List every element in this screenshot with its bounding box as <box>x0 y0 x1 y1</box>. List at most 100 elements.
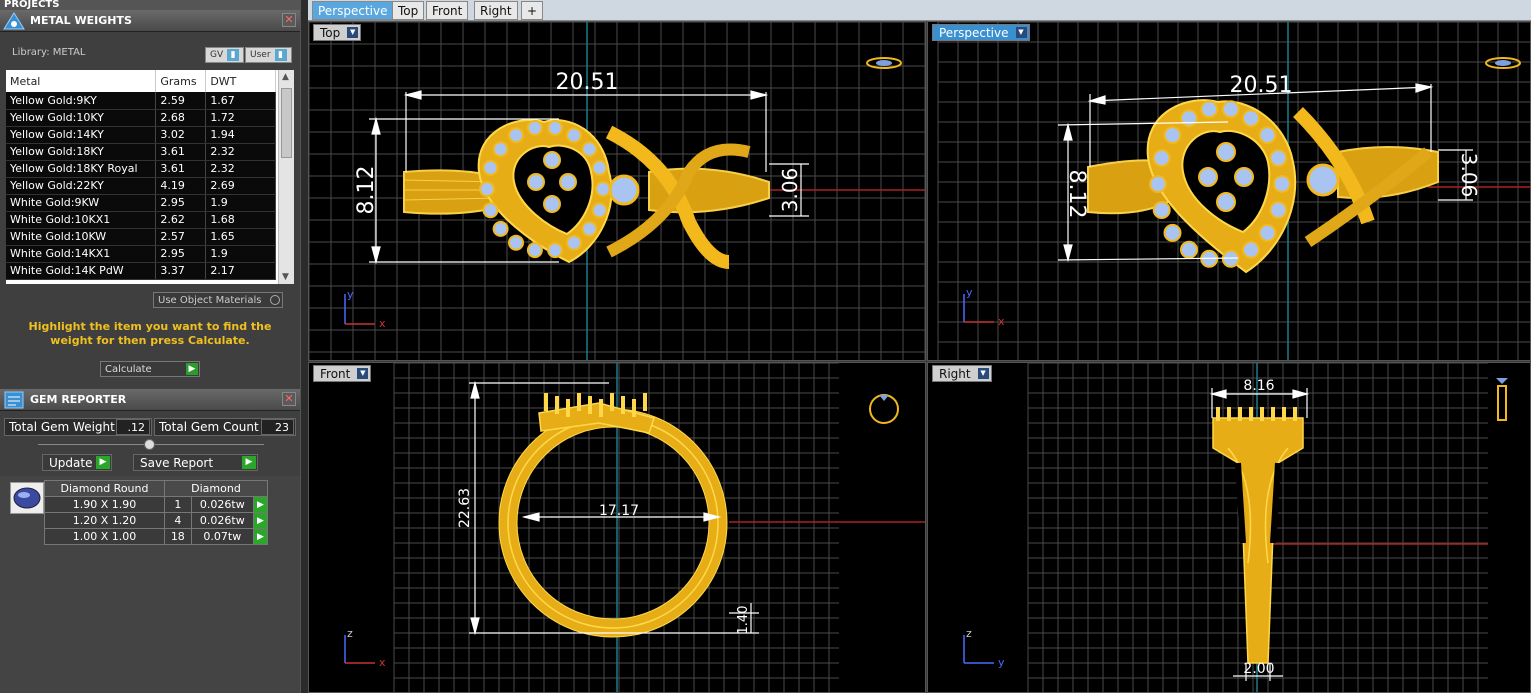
use-object-materials-checkbox[interactable]: Use Object Materials <box>153 292 283 308</box>
dropdown-icon: ▼ <box>1015 27 1027 38</box>
gem-weight-cell: 0.07tw <box>190 528 255 545</box>
save-report-label: Save Report <box>140 456 214 470</box>
metal-name-cell: Yellow Gold:18KY <box>6 143 157 161</box>
grams-cell: 3.02 <box>155 126 207 144</box>
gem-size-cell: 1.20 X 1.20 <box>44 512 165 529</box>
metal-table-row[interactable]: White Gold:10KW 2.57 1.65 <box>6 228 276 246</box>
viewport-front[interactable]: 22.63 17.17 1.40 z x Front ▼ <box>308 362 926 693</box>
calculate-button[interactable]: Calculate ▶ <box>100 361 200 377</box>
close-metal-weights-icon[interactable]: ✕ <box>282 13 296 27</box>
tab-front[interactable]: Front <box>426 1 469 20</box>
top-dim-small: 3.06 <box>778 168 802 213</box>
gem-table-row[interactable]: 1.20 X 1.20 4 0.026tw ▶ <box>44 512 268 529</box>
front-dim-inner: 17.17 <box>599 503 639 519</box>
dwt-cell: 1.94 <box>205 126 276 144</box>
user-label: User <box>250 50 271 60</box>
gem-table-header: Diamond Round Diamond <box>44 480 268 497</box>
gem-table-row[interactable]: 1.90 X 1.90 1 0.026tw ▶ <box>44 496 268 513</box>
metal-table-scrollbar[interactable]: ▲ ▼ <box>278 70 294 284</box>
view-cube-ring-icon[interactable] <box>1496 378 1508 421</box>
metal-table-row[interactable]: Yellow Gold:22KY 4.19 2.69 <box>6 177 276 195</box>
metal-table-row[interactable]: Yellow Gold:14KY 3.02 1.94 <box>6 126 276 144</box>
viewport-front-label[interactable]: Front ▼ <box>313 365 372 382</box>
gem-reporter-logo-icon <box>4 391 24 409</box>
front-view-canvas[interactable]: 22.63 17.17 1.40 z x <box>309 363 926 693</box>
gv-toggle[interactable]: GV ▮ <box>205 47 245 63</box>
dwt-cell: 2.17 <box>205 262 276 280</box>
ring-perspective-model <box>1087 99 1439 274</box>
metal-name-cell: White Gold:14K PdW <box>6 262 157 280</box>
metal-table-row[interactable]: Yellow Gold:9KY 2.59 1.67 <box>6 92 276 110</box>
axis-gizmo: y x <box>344 288 386 330</box>
diamond-round-icon <box>10 482 44 514</box>
top-view-canvas[interactable]: 20.51 8.12 3.06 y x <box>309 22 926 361</box>
calculate-label: Calculate <box>105 364 152 375</box>
metal-table-row[interactable]: White Gold:9KW 2.95 1.9 <box>6 194 276 212</box>
metal-table-row[interactable]: White Gold:10KX1 2.62 1.68 <box>6 211 276 229</box>
grams-cell: 2.68 <box>155 109 207 127</box>
metal-name-cell: Yellow Gold:22KY <box>6 177 157 195</box>
projects-header[interactable]: PROJECTS <box>0 0 300 10</box>
viewport-top-label[interactable]: Top ▼ <box>313 24 362 41</box>
grams-cell: 2.57 <box>155 228 207 246</box>
viewport-right-label[interactable]: Right ▼ <box>932 365 992 382</box>
view-cube-ring-icon[interactable] <box>1485 57 1521 69</box>
scroll-down-icon[interactable]: ▼ <box>282 272 289 282</box>
axis-z-label: z <box>966 627 972 640</box>
col-dwt[interactable]: DWT <box>205 70 276 92</box>
dwt-cell: 1.65 <box>205 228 276 246</box>
dwt-cell: 2.69 <box>205 177 276 195</box>
panel-divider[interactable] <box>300 0 308 693</box>
viewport-right[interactable]: 8.16 2.00 z y Right ▼ <box>927 362 1531 693</box>
save-report-play-icon: ▶ <box>242 456 256 469</box>
gem-type-header: Diamond <box>164 480 268 497</box>
dropdown-icon: ▼ <box>357 368 369 379</box>
metal-name-cell: Yellow Gold:18KY Royal <box>6 160 157 178</box>
tab-right[interactable]: Right <box>474 1 518 20</box>
scroll-thumb[interactable] <box>281 88 292 158</box>
user-toggle[interactable]: User ▮ <box>245 47 292 63</box>
right-view-canvas[interactable]: 8.16 2.00 z y <box>928 363 1531 693</box>
gem-table-row[interactable]: 1.00 X 1.00 18 0.07tw ▶ <box>44 528 268 545</box>
metal-table-row[interactable]: Yellow Gold:10KY 2.68 1.72 <box>6 109 276 127</box>
viewport-top[interactable]: 20.51 8.12 3.06 y x Top ▼ <box>308 21 926 361</box>
close-gem-reporter-icon[interactable]: ✕ <box>282 392 296 406</box>
metal-weights-header: METAL WEIGHTS ✕ <box>0 10 300 32</box>
gem-reporter-header: GEM REPORTER ✕ <box>0 389 300 411</box>
metal-table-header: Metal Grams DWT <box>6 70 276 92</box>
perspective-view-canvas[interactable]: 20.51 8.12 3.06 y x <box>928 22 1531 361</box>
metal-name-cell: White Gold:14KX1 <box>6 245 157 263</box>
total-gem-weight-value: .12 <box>116 419 150 435</box>
axis-gizmo: y x <box>963 286 1005 328</box>
metal-name-cell: Yellow Gold:14KY <box>6 126 157 144</box>
metal-table-row[interactable]: White Gold:14K PdW 3.37 2.17 <box>6 262 276 280</box>
gem-row-go-icon[interactable]: ▶ <box>253 496 268 513</box>
metal-weights-table[interactable]: Metal Grams DWT Yellow Gold:9KY 2.59 1.67 Y… <box>6 70 294 284</box>
gem-count-cell: 18 <box>164 528 192 545</box>
slider-handle[interactable] <box>144 439 155 450</box>
col-metal[interactable]: Metal <box>6 70 157 92</box>
metal-table-row[interactable]: White Gold:14KX1 2.95 1.9 <box>6 245 276 263</box>
tab-perspective[interactable]: Perspective <box>312 1 394 20</box>
viewport-perspective-label[interactable]: Perspective ▼ <box>932 24 1030 41</box>
scroll-up-icon[interactable]: ▲ <box>282 72 289 82</box>
update-button[interactable]: Update ▶ <box>42 454 112 471</box>
library-label: Library: METAL <box>12 47 86 58</box>
dwt-cell: 2.32 <box>205 143 276 161</box>
viewport-perspective[interactable]: 20.51 8.12 3.06 y x Perspective ▼ <box>927 21 1531 361</box>
metal-table-row[interactable]: Yellow Gold:18KY 3.61 2.32 <box>6 143 276 161</box>
gem-row-go-icon[interactable]: ▶ <box>253 528 268 545</box>
save-report-button[interactable]: Save Report ▶ <box>133 454 258 471</box>
gem-count-cell: 4 <box>164 512 192 529</box>
view-cube-ring-icon[interactable] <box>869 394 899 424</box>
right-label-text: Right <box>939 367 971 381</box>
col-grams[interactable]: Grams <box>155 70 207 92</box>
left-panel: PROJECTS METAL WEIGHTS ✕ Library: METAL … <box>0 0 300 693</box>
gem-row-go-icon[interactable]: ▶ <box>253 512 268 529</box>
add-tab-button[interactable]: + <box>521 1 544 20</box>
axis-y-label: y <box>966 286 973 299</box>
metal-table-row[interactable]: Yellow Gold:18KY Royal 3.61 2.32 <box>6 160 276 178</box>
total-gem-count-value: 23 <box>261 419 294 435</box>
gem-table[interactable]: Diamond Round Diamond 1.90 X 1.90 1 0.026t… <box>44 480 268 545</box>
tab-top[interactable]: Top <box>392 1 425 20</box>
